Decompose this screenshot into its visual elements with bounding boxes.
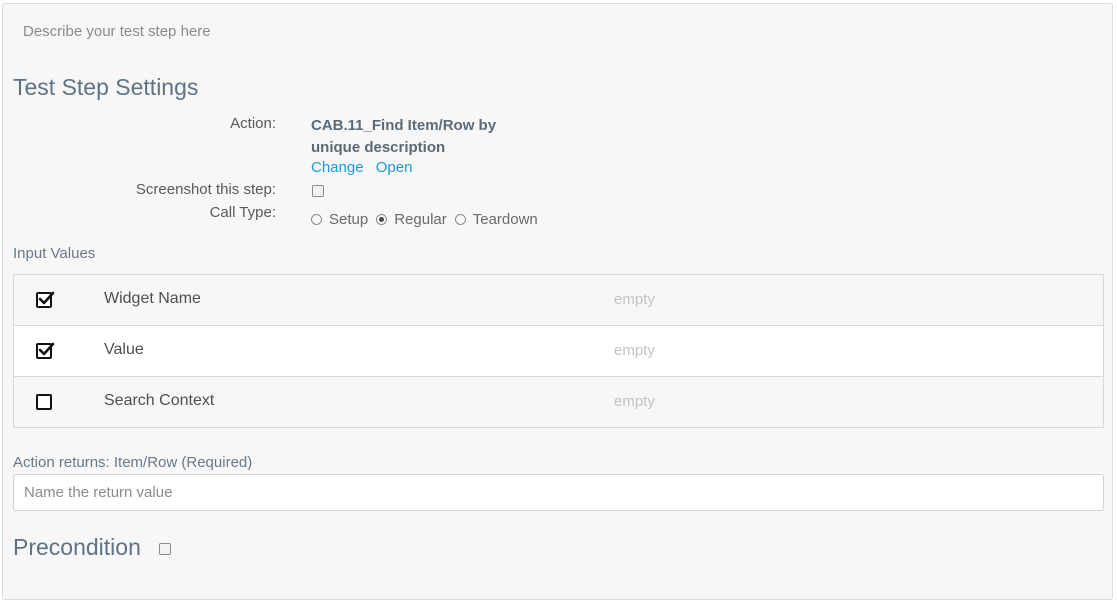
input-value[interactable]: empty <box>614 393 655 410</box>
input-name: Search Context <box>104 392 215 409</box>
regular-label: Regular <box>394 211 447 228</box>
check-icon <box>38 342 55 356</box>
table-row: Search Context empty <box>14 377 1103 427</box>
precondition-label: Precondition <box>13 534 141 560</box>
check-icon <box>38 291 55 305</box>
regular-radio[interactable] <box>376 214 388 225</box>
input-value[interactable]: empty <box>614 342 655 359</box>
call-type-group: Setup Regular Teardown <box>311 211 546 228</box>
open-link[interactable]: Open <box>376 159 413 176</box>
search-context-checkbox[interactable] <box>36 394 52 410</box>
returns-label: Action returns: Item/Row (Required) <box>13 454 253 471</box>
value-checkbox[interactable] <box>36 342 55 359</box>
precondition-title: Precondition <box>13 534 141 561</box>
input-values-table: Widget Name empty Value empty Search Con… <box>13 274 1104 428</box>
widget-name-checkbox[interactable] <box>36 291 55 308</box>
teardown-radio[interactable] <box>454 214 466 225</box>
section-title: Test Step Settings <box>13 74 199 100</box>
test-step-panel: Describe your test step here Test Step S… <box>2 3 1113 600</box>
input-name: Widget Name <box>104 290 201 307</box>
action-name: CAB.11_Find Item/Row by unique descripti… <box>311 117 497 156</box>
step-description[interactable]: Describe your test step here <box>23 23 211 40</box>
call-type-teardown[interactable]: Teardown <box>454 211 538 228</box>
precondition-checkbox[interactable] <box>159 543 171 555</box>
input-value[interactable]: empty <box>614 291 655 308</box>
table-row: Widget Name empty <box>14 275 1103 326</box>
input-name: Value <box>104 341 144 358</box>
input-values-title: Input Values <box>13 245 96 262</box>
screenshot-checkbox[interactable] <box>312 185 324 197</box>
call-type-setup[interactable]: Setup <box>311 211 368 228</box>
action-links: Change Open <box>311 159 420 176</box>
change-link[interactable]: Change <box>311 159 364 176</box>
setup-label: Setup <box>329 211 369 228</box>
screenshot-label: Screenshot this step: <box>135 181 276 198</box>
setup-radio[interactable] <box>311 214 322 225</box>
call-type-label: Call Type: <box>209 204 276 221</box>
action-label: Action: <box>230 115 276 132</box>
call-type-regular[interactable]: Regular <box>376 211 447 228</box>
table-row: Value empty <box>14 326 1103 377</box>
return-value-input[interactable] <box>13 474 1104 511</box>
teardown-label: Teardown <box>472 211 538 228</box>
